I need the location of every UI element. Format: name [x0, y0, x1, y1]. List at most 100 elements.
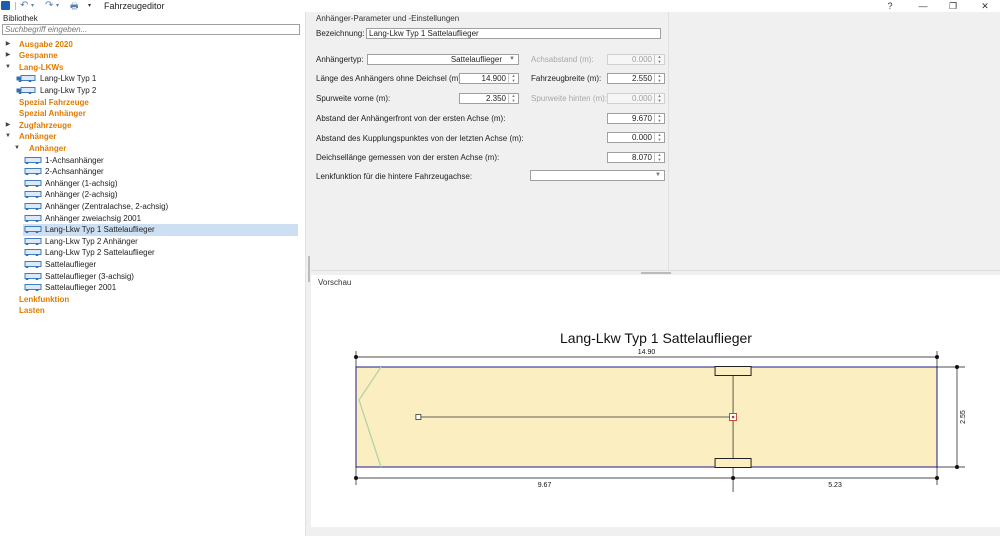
laenge-spinbox[interactable]: 14.900 ▲ ▼ — [459, 73, 519, 84]
fahrzeugbreite-spinbox[interactable]: 2.550 ▲ ▼ — [607, 73, 665, 84]
parameter-panel: Anhänger-Parameter und -Einstellungen Be… — [311, 12, 1000, 270]
tree-item[interactable]: Anhänger (2-achsig) — [0, 189, 300, 201]
kingpin-marker — [415, 414, 422, 420]
tree-item-label: Sattelauflieger 2001 — [45, 283, 117, 293]
redo-dropdown-icon[interactable]: ▾ — [56, 0, 59, 12]
trailer-icon — [24, 226, 42, 234]
tree-item-label: Zugfahrzeuge — [19, 120, 72, 130]
tree-category[interactable]: ▶ Ausgabe 2020 — [0, 39, 300, 51]
maximize-button[interactable]: ❐ — [943, 0, 963, 12]
library-search-input[interactable] — [2, 24, 300, 35]
close-button[interactable]: ✕ — [975, 0, 995, 12]
expanded-arrow-icon[interactable]: ▼ — [4, 131, 12, 143]
panel-divider — [668, 12, 669, 270]
tree-item-label: Spezial Anhänger — [19, 109, 86, 119]
tree-item[interactable]: Lang-Lkw Typ 2 Anhänger — [0, 236, 300, 248]
tree-category[interactable]: Lenkfunktion — [0, 294, 300, 306]
spurweite-hinten-value: 0.000 — [631, 94, 652, 103]
splitter-grip[interactable] — [308, 256, 310, 282]
quick-access-dropdown-icon[interactable]: ▾ — [88, 0, 91, 12]
tree-item-label: Gespanne — [19, 51, 58, 61]
spin-buttons[interactable]: ▲ ▼ — [654, 152, 664, 163]
tree-item-label: Spezial Fahrzeuge — [19, 97, 89, 107]
tree-item-label: Lang-LKWs — [19, 62, 64, 72]
spin-buttons[interactable]: ▲ ▼ — [508, 73, 518, 84]
dimension-dot — [935, 355, 939, 359]
tree-item-label: Anhänger zweiachsig 2001 — [45, 213, 142, 223]
trailer-icon — [24, 168, 42, 176]
tree-item[interactable]: Sattelauflieger (3-achsig) — [0, 271, 300, 283]
trailer-icon — [24, 272, 42, 280]
print-icon[interactable]: 🖶 — [70, 0, 79, 12]
tree-item-label: Lang-Lkw Typ 2 Anhänger — [45, 236, 138, 246]
dimension-dot — [955, 465, 959, 469]
deichsel-spinbox[interactable]: 8.070 ▲ ▼ — [607, 152, 665, 163]
parameter-panel-title: Anhänger-Parameter und -Einstellungen — [316, 14, 460, 23]
spin-buttons[interactable]: ▲ ▼ — [654, 132, 664, 143]
tree-item[interactable]: Anhänger (1-achsig) — [0, 178, 300, 190]
abstand-front-spinbox[interactable]: 9.670 ▲ ▼ — [607, 113, 665, 124]
spin-buttons[interactable]: ▲ ▼ — [654, 113, 664, 124]
spin-down-icon[interactable]: ▼ — [509, 78, 518, 84]
tree-item[interactable]: Sattelauflieger — [0, 259, 300, 271]
spin-buttons[interactable]: ▲ ▼ — [654, 73, 664, 84]
trailer-icon — [24, 179, 42, 187]
undo-dropdown-icon[interactable]: ▾ — [31, 0, 34, 12]
tree-item[interactable]: Lang-Lkw Typ 1 Sattelauflieger — [23, 224, 298, 236]
tree-item-label: Lang-Lkw Typ 1 Sattelauflieger — [45, 225, 155, 235]
collapsed-arrow-icon[interactable]: ▶ — [4, 50, 12, 62]
tree-item-label: Anhänger (1-achsig) — [45, 178, 118, 188]
tree-category[interactable]: Spezial Anhänger — [0, 108, 300, 120]
abstand-kupplung-spinbox[interactable]: 0.000 ▲ ▼ — [607, 132, 665, 143]
trailer-icon — [24, 156, 42, 164]
trailer-icon — [24, 284, 42, 292]
expanded-arrow-icon[interactable]: ▼ — [13, 143, 21, 155]
collapsed-arrow-icon[interactable]: ▶ — [4, 39, 12, 51]
lenkfunktion-label: Lenkfunktion für die hintere Fahrzeugach… — [316, 172, 473, 181]
tree-category[interactable]: ▶ Gespanne — [0, 50, 300, 62]
spin-down-icon: ▼ — [657, 97, 662, 103]
spin-down-icon[interactable]: ▼ — [655, 78, 664, 84]
tree-item[interactable]: Lang-Lkw Typ 2 Sattelauflieger — [0, 247, 300, 259]
spin-down-icon[interactable]: ▼ — [655, 118, 664, 124]
tree-category[interactable]: ▼ Lang-LKWs — [0, 62, 300, 74]
minimize-button[interactable]: — — [913, 0, 933, 12]
expanded-arrow-icon[interactable]: ▼ — [4, 62, 12, 74]
tree-category[interactable]: Spezial Fahrzeuge — [0, 97, 300, 109]
spin-buttons[interactable]: ▲ ▼ — [508, 93, 518, 104]
redo-icon[interactable]: ↷ — [45, 0, 53, 12]
preview-panel: Lang-Lkw Typ 1 Sattelauflieger 14.90 9.67… — [311, 275, 1000, 527]
bezeichnung-input[interactable] — [366, 28, 661, 39]
tree-item-label: Ausgabe 2020 — [19, 39, 73, 49]
tree-item[interactable]: Anhänger (Zentralachse, 2-achsig) — [0, 201, 300, 213]
tree-item-label: Anhänger — [29, 143, 67, 153]
spurweite-vorne-value: 2.350 — [485, 94, 506, 103]
spin-down-icon[interactable]: ▼ — [655, 137, 664, 143]
tree-item[interactable]: Sattelauflieger 2001 — [0, 282, 300, 294]
tree-category[interactable]: ▼ Anhänger — [0, 143, 300, 155]
tree-item[interactable]: Lang-Lkw Typ 1 — [0, 73, 300, 85]
tree-item[interactable]: Lang-Lkw Typ 2 — [0, 85, 300, 97]
spin-down-icon[interactable]: ▼ — [655, 157, 664, 163]
spin-down-icon[interactable]: ▼ — [509, 98, 518, 104]
spin-buttons: ▲ ▼ — [654, 93, 664, 103]
toolbar-separator — [15, 2, 16, 10]
lenkfunktion-select[interactable]: ▼ — [530, 170, 665, 181]
help-button[interactable]: ? — [880, 0, 900, 12]
undo-icon[interactable]: ↶ — [20, 0, 28, 12]
window-title: Fahrzeugeditor — [104, 1, 165, 11]
tree-item[interactable]: 2-Achsanhänger — [0, 166, 300, 178]
tree-category[interactable]: Lasten — [0, 305, 300, 317]
anhaengertyp-select[interactable]: Sattelauflieger ▼ — [367, 54, 519, 65]
collapsed-arrow-icon[interactable]: ▶ — [4, 120, 12, 132]
spin-down-icon: ▼ — [657, 58, 662, 64]
tree-item[interactable]: 1-Achsanhänger — [0, 155, 300, 167]
tree-item[interactable]: Anhänger zweiachsig 2001 — [0, 213, 300, 225]
width-dimension-label: 2.55 — [960, 410, 967, 424]
splitter-grip[interactable] — [641, 272, 671, 274]
spurweite-vorne-spinbox[interactable]: 2.350 ▲ ▼ — [459, 93, 519, 104]
deichsel-value: 8.070 — [631, 153, 652, 162]
abstand-kupplung-label: Abstand des Kupplungspunktes von der let… — [316, 134, 524, 143]
tree-category[interactable]: ▼ Anhänger — [0, 131, 300, 143]
tree-category[interactable]: ▶ Zugfahrzeuge — [0, 120, 300, 132]
